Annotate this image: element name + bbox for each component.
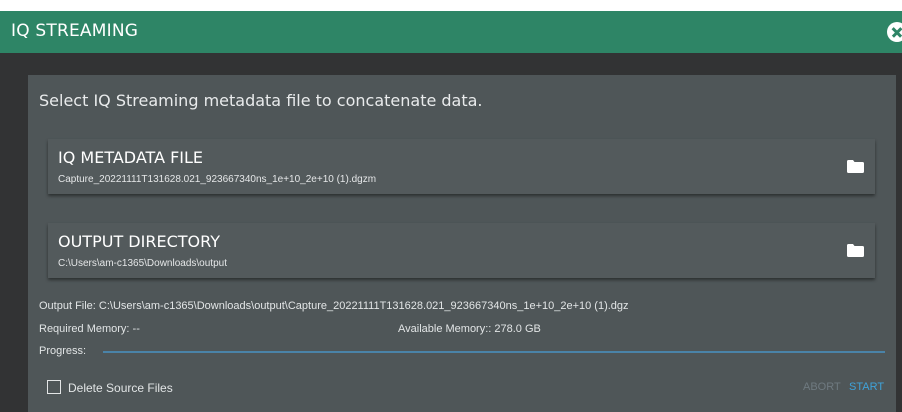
metadata-file-path: Capture_20221111T131628.021_923667340ns_… (58, 174, 377, 185)
delete-source-label[interactable]: Delete Source Files (68, 381, 173, 395)
metadata-file-label: IQ METADATA FILE (58, 148, 204, 167)
abort-button[interactable]: ABORT (803, 381, 841, 393)
iq-streaming-dialog: IQ STREAMING Select IQ Streaming metadat… (0, 11, 902, 412)
output-file-text: Output File: C:\Users\am-c1365\Downloads… (39, 300, 629, 312)
instruction-text: Select IQ Streaming metadata file to con… (39, 91, 483, 110)
available-memory-text: Available Memory:: 278.0 GB (398, 323, 541, 335)
progress-label: Progress: (39, 345, 87, 357)
progress-bar (103, 351, 885, 353)
folder-icon[interactable] (847, 160, 864, 173)
output-directory-path: C:\Users\am-c1365\Downloads\output (58, 258, 227, 269)
output-directory-card[interactable]: OUTPUT DIRECTORY C:\Users\am-c1365\Downl… (48, 223, 875, 278)
required-memory-text: Required Memory: -- (39, 323, 140, 335)
output-directory-label: OUTPUT DIRECTORY (58, 232, 220, 251)
title-bar: IQ STREAMING (0, 11, 902, 53)
close-icon[interactable] (887, 22, 902, 42)
metadata-file-card[interactable]: IQ METADATA FILE Capture_20221111T131628… (48, 139, 875, 194)
dialog-title: IQ STREAMING (11, 21, 139, 41)
start-button[interactable]: START (849, 381, 884, 393)
content-panel: Select IQ Streaming metadata file to con… (28, 75, 896, 412)
folder-icon[interactable] (847, 244, 864, 257)
delete-source-checkbox[interactable] (47, 380, 61, 394)
